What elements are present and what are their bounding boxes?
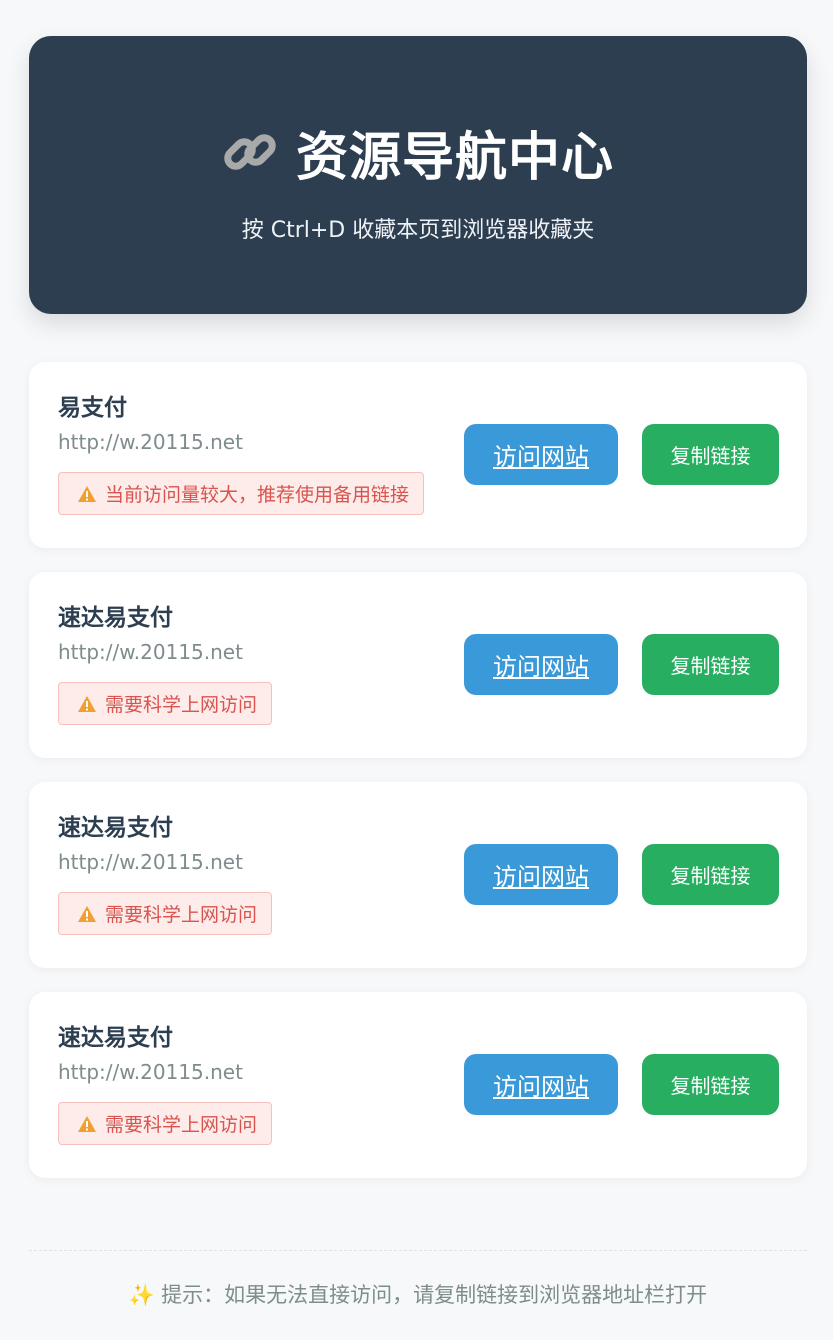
link-card: 速达易支付 http://w.20115.net 需要科学上网访问 访问网站 复…: [29, 782, 807, 968]
link-card: 速达易支付 http://w.20115.net 需要科学上网访问 访问网站 复…: [29, 572, 807, 758]
site-name: 速达易支付: [58, 605, 173, 631]
warning-badge: 需要科学上网访问: [58, 1102, 273, 1145]
page-title: 资源导航中心: [295, 127, 614, 188]
warning-badge: 当前访问量较大，推荐使用备用链接: [58, 472, 425, 515]
title-row: 资源导航中心: [222, 115, 614, 190]
page-subtitle: 按 Ctrl+D 收藏本页到浏览器收藏夹: [241, 217, 595, 243]
card-actions: 访问网站 复制链接: [464, 424, 779, 485]
link-list: 易支付 http://w.20115.net 当前访问量较大，推荐使用备用链接 …: [29, 362, 807, 1178]
visit-site-button[interactable]: 访问网站: [464, 424, 618, 485]
warning-text: 需要科学上网访问: [105, 1114, 258, 1136]
footer-text: 提示：如果无法直接访问，请复制链接到浏览器地址栏打开: [161, 1283, 708, 1307]
copy-link-button[interactable]: 复制链接: [642, 844, 779, 905]
visit-site-button[interactable]: 访问网站: [464, 844, 618, 905]
warning-text: 需要科学上网访问: [105, 904, 258, 926]
warning-badge: 需要科学上网访问: [58, 892, 273, 935]
warning-icon: [77, 695, 97, 713]
site-name: 速达易支付: [58, 815, 173, 841]
link-card: 速达易支付 http://w.20115.net 需要科学上网访问 访问网站 复…: [29, 992, 807, 1178]
copy-link-button[interactable]: 复制链接: [642, 634, 779, 695]
card-actions: 访问网站 复制链接: [464, 634, 779, 695]
warning-badge: 需要科学上网访问: [58, 682, 273, 725]
warning-icon: [77, 905, 97, 923]
sparkles-icon: ✨: [128, 1283, 156, 1307]
copy-link-button[interactable]: 复制链接: [642, 1054, 779, 1115]
page: 资源导航中心 按 Ctrl+D 收藏本页到浏览器收藏夹 易支付 http://w…: [0, 0, 833, 1340]
footer-tip: ✨ 提示：如果无法直接访问，请复制链接到浏览器地址栏打开: [29, 1250, 807, 1309]
visit-site-button[interactable]: 访问网站: [464, 1054, 618, 1115]
warning-icon: [77, 1115, 97, 1133]
visit-site-button[interactable]: 访问网站: [464, 634, 618, 695]
header-banner: 资源导航中心 按 Ctrl+D 收藏本页到浏览器收藏夹: [29, 36, 807, 314]
warning-icon: [77, 485, 97, 503]
link-card: 易支付 http://w.20115.net 当前访问量较大，推荐使用备用链接 …: [29, 362, 807, 548]
site-name: 易支付: [58, 395, 127, 421]
warning-text: 需要科学上网访问: [105, 694, 258, 716]
card-actions: 访问网站 复制链接: [464, 844, 779, 905]
site-name: 速达易支付: [58, 1025, 173, 1051]
copy-link-button[interactable]: 复制链接: [642, 424, 779, 485]
link-icon: [222, 124, 278, 180]
card-actions: 访问网站 复制链接: [464, 1054, 779, 1115]
warning-text: 当前访问量较大，推荐使用备用链接: [105, 484, 410, 506]
